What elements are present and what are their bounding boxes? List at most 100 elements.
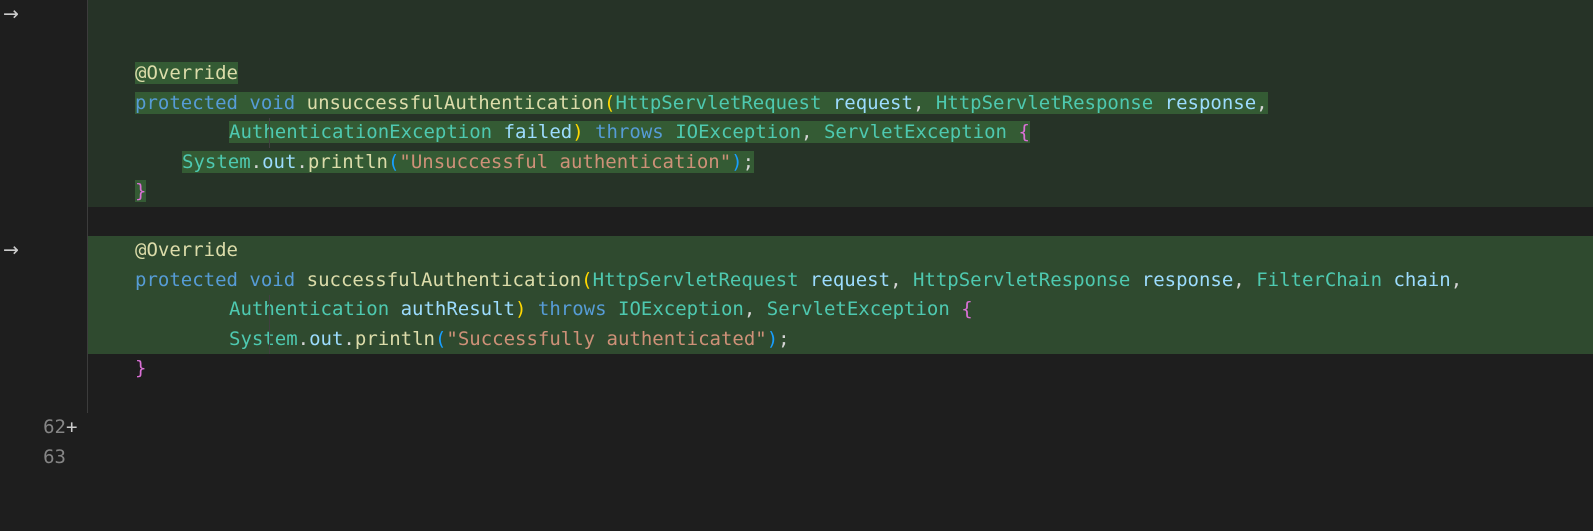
annotation-token: @Override bbox=[135, 62, 238, 84]
comma-token: , bbox=[890, 268, 902, 291]
line-gutter: 59 + bbox=[0, 265, 88, 379]
parameter-token: request bbox=[832, 91, 913, 114]
type-token: IOException bbox=[675, 121, 802, 143]
code-line: 59 + protected void successfulAuthentica… bbox=[0, 265, 1593, 379]
line-gutter: → 50 + bbox=[0, 0, 88, 114]
code-line: 60 + Authentication authResult) throws I… bbox=[0, 295, 1593, 409]
type-token: IOException bbox=[618, 298, 744, 320]
change-arrow-icon[interactable]: → bbox=[0, 236, 22, 266]
function-name-token: unsuccessfulAuthentication bbox=[306, 91, 605, 114]
string-token: "Unsuccessful authentication" bbox=[399, 150, 732, 173]
type-token: ServletException bbox=[766, 298, 950, 320]
keyword-token: throws bbox=[595, 121, 664, 143]
parameter-token: request bbox=[809, 268, 891, 291]
dot-token: . bbox=[250, 150, 263, 173]
type-token: ServletException bbox=[823, 121, 1007, 143]
line-gutter: 62 bbox=[0, 354, 88, 438]
code-content[interactable]: } bbox=[88, 354, 1593, 384]
paren-token: ( bbox=[434, 327, 447, 350]
line-gutter: 61 + bbox=[0, 324, 88, 438]
parameter-token: response bbox=[1141, 268, 1234, 291]
code-content[interactable]: System.out.println("Successfully authent… bbox=[88, 324, 1593, 354]
field-token: out bbox=[262, 150, 297, 173]
comma-token: , bbox=[1256, 91, 1268, 114]
paren-token: ) bbox=[731, 150, 743, 173]
code-content[interactable]: System.out.println("Unsuccessful authent… bbox=[88, 148, 1593, 178]
type-token: HttpServletResponse bbox=[935, 91, 1154, 114]
parameter-token: authResult bbox=[400, 298, 515, 320]
code-content[interactable]: AuthenticationException failed) throws I… bbox=[88, 118, 1593, 148]
code-content[interactable] bbox=[88, 30, 1593, 60]
code-content[interactable]: @Override bbox=[88, 236, 1593, 266]
line-gutter: 52 + bbox=[0, 59, 88, 173]
comma-token: , bbox=[912, 91, 925, 114]
paren-token: ) bbox=[766, 327, 779, 350]
line-gutter: → 58 + bbox=[0, 236, 88, 350]
line-gutter: 55 + bbox=[0, 147, 88, 261]
code-content[interactable] bbox=[88, 207, 1593, 237]
type-token: System bbox=[229, 327, 298, 350]
code-content[interactable] bbox=[88, 0, 1593, 30]
line-gutter: 63 bbox=[0, 383, 88, 468]
field-token: out bbox=[309, 327, 344, 350]
type-token: Exception bbox=[389, 121, 493, 143]
code-line: 57 bbox=[0, 206, 1593, 291]
function-name-token: println bbox=[307, 150, 388, 173]
line-number: 63 bbox=[43, 445, 66, 468]
string-token: "Successfully authenticated" bbox=[446, 327, 767, 350]
comma-token: , bbox=[1233, 268, 1245, 291]
code-line: 53 + protected void unsuccessfulAuthenti… bbox=[0, 88, 1593, 202]
code-content[interactable]: protected void unsuccessfulAuthenticatio… bbox=[88, 89, 1593, 119]
brace-token: { bbox=[961, 298, 973, 320]
line-gutter: 54 + bbox=[0, 118, 88, 232]
type-token: System bbox=[182, 150, 251, 173]
line-gutter: 56 + bbox=[0, 177, 88, 291]
brace-token: } bbox=[135, 357, 147, 379]
code-content[interactable]: } bbox=[88, 177, 1593, 207]
line-gutter: 60 + bbox=[0, 295, 88, 409]
line-gutter: 57 bbox=[0, 206, 88, 291]
type-token: HttpServletRequest bbox=[615, 91, 822, 114]
paren-token: ( bbox=[387, 150, 400, 173]
indent-guide bbox=[269, 118, 270, 148]
keyword-token: protected bbox=[135, 268, 238, 291]
dot-token: . bbox=[343, 327, 355, 350]
type-token: FilterChain bbox=[1256, 268, 1383, 291]
brace-token: } bbox=[135, 180, 147, 202]
annotation-token: @Override bbox=[135, 239, 238, 261]
code-line: 56 + } bbox=[0, 177, 1593, 291]
code-content[interactable] bbox=[88, 384, 1593, 414]
semicolon-token: ; bbox=[778, 327, 790, 350]
code-line: 63 bbox=[0, 383, 1593, 468]
code-line: 52 + @Override bbox=[0, 59, 1593, 173]
code-content[interactable]: protected void successfulAuthentication(… bbox=[88, 266, 1593, 296]
function-name-token: println bbox=[354, 327, 435, 350]
indent-guide bbox=[269, 295, 270, 325]
code-content[interactable]: @Override bbox=[88, 59, 1593, 89]
code-line: 61 + System.out.println("Successfully au… bbox=[0, 324, 1593, 438]
code-line: 54 + AuthenticationException failed) thr… bbox=[0, 118, 1593, 232]
keyword-token: void bbox=[249, 91, 296, 114]
type-token: HttpServletRequest bbox=[592, 268, 799, 291]
type-token: Authentication bbox=[229, 121, 390, 143]
diff-editor[interactable]: → 50 + 51 + 52 + @Override 53 + protecte… bbox=[0, 0, 1593, 468]
brace-token: { bbox=[1018, 121, 1030, 143]
semicolon-token: ; bbox=[742, 150, 755, 173]
code-content[interactable]: Authentication authResult) throws IOExce… bbox=[88, 295, 1593, 325]
keyword-token: throws bbox=[537, 298, 607, 320]
paren-token: ) bbox=[572, 121, 584, 143]
keyword-token: void bbox=[249, 268, 296, 291]
function-name-token: successfulAuthentication bbox=[306, 268, 582, 291]
type-token: Authentication bbox=[229, 298, 390, 320]
paren-token: ) bbox=[515, 298, 527, 320]
code-line: → 50 + bbox=[0, 0, 1593, 114]
parameter-token: response bbox=[1164, 91, 1257, 114]
paren-token: ( bbox=[581, 268, 593, 291]
change-arrow-icon[interactable]: → bbox=[0, 0, 22, 30]
code-line: → 58 + @Override bbox=[0, 236, 1593, 350]
dot-token: . bbox=[297, 327, 310, 350]
type-token: HttpServletResponse bbox=[912, 268, 1131, 291]
code-line: 51 + bbox=[0, 29, 1593, 143]
line-gutter: 53 + bbox=[0, 88, 88, 202]
indent-guide bbox=[269, 324, 270, 354]
